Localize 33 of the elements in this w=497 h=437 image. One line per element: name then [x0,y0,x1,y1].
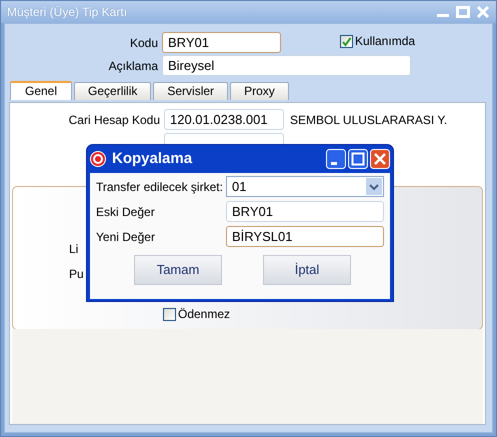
unpaid-checkbox[interactable] [163,308,176,320]
unpaid-label: Ödenmez [178,306,230,323]
field-label: Li [69,241,78,258]
tab[interactable]: Geçerlilik [74,82,152,100]
in-use-checkbox[interactable] [340,34,353,48]
field-label: Yeni Değer [96,228,156,246]
check-icon [341,36,352,46]
maximize-icon[interactable] [348,149,368,169]
tab[interactable]: Proxy [230,82,289,100]
minimize-icon[interactable] [326,149,346,169]
field-label: Pu [69,266,84,283]
chevron-down-icon [366,178,382,195]
account-code-field[interactable]: 120.01.0238.001 [164,109,284,130]
dialog-button[interactable]: Tamam [134,255,222,285]
field-label: Eski Değer [96,204,156,220]
close-icon[interactable] [370,149,390,169]
description-field[interactable]: Bireysel [162,55,411,76]
company-dropdown[interactable]: 01 [226,176,384,197]
dialog-button[interactable]: İptal [263,255,351,285]
app-logo-icon [90,151,106,167]
window-title: Müşteri (Üye) Tip Kartı [7,4,128,21]
field-label: Transfer edilecek şirket: [96,178,224,196]
value-field[interactable]: BRY01 [226,201,384,222]
description-label: Açıklama [108,58,158,74]
value-field[interactable]: BİRYSL01 [226,226,384,247]
in-use-label: Kullanımda [355,33,416,50]
code-label: Kodu [128,34,158,52]
account-code-label: Cari Hesap Kodu [68,112,160,128]
tab[interactable]: Genel [10,81,72,100]
code-field[interactable]: BRY01 [162,32,281,53]
account-name: SEMBOL ULUSLARARASI Y. [290,112,448,128]
tab[interactable]: Servisler [153,82,228,100]
dialog-title: Kopyalama [112,148,194,169]
